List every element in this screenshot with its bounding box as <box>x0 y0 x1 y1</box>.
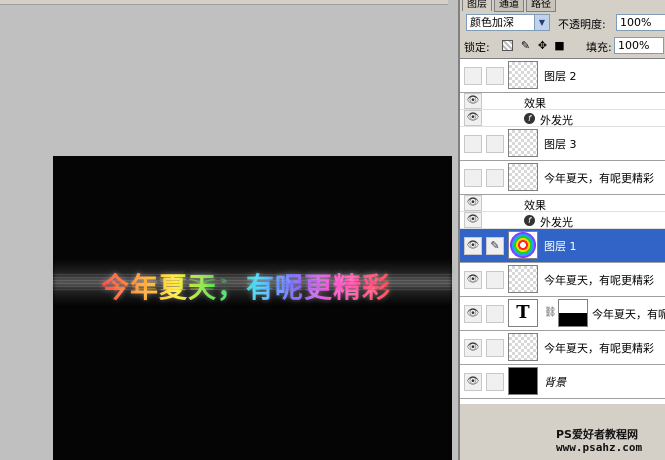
layer-thumbnail <box>508 333 538 361</box>
watermark-url: www.psahz.com <box>556 441 643 454</box>
canvas[interactable]: 今年夏天，有呢更精彩 今年夏天，有呢更精彩 <box>53 156 452 460</box>
layer-thumbnail <box>508 367 538 395</box>
chevron-down-icon[interactable]: ▼ <box>534 15 549 30</box>
link-toggle[interactable] <box>486 169 504 187</box>
layer-mask-thumbnail[interactable] <box>558 299 588 327</box>
effects-row[interactable]: 👁 效果 <box>460 93 665 110</box>
lock-icon[interactable]: ■ <box>554 40 565 51</box>
layer-thumbnail <box>508 163 538 191</box>
effects-icon: f <box>524 113 535 124</box>
eye-icon[interactable]: 👁 <box>464 339 482 357</box>
effects-icon: f <box>524 215 535 226</box>
layer-name: 图层 3 <box>544 138 577 151</box>
layer-name: 背景 <box>544 376 566 389</box>
watermark-title: PS爱好者教程网 <box>556 428 638 441</box>
eye-icon[interactable]: 👁 <box>464 373 482 391</box>
brush-icon[interactable]: ✎ <box>520 40 531 51</box>
effect-name: 外发光 <box>540 114 573 127</box>
layer-thumbnail <box>508 265 538 293</box>
layer-row[interactable]: 今年夏天，有呢更精彩 <box>460 161 665 195</box>
layer-name: 图层 1 <box>544 240 577 253</box>
visibility-toggle[interactable] <box>464 169 482 187</box>
layers-list: 图层 2 👁 效果 👁 f 外发光 图层 3 今年夏天，有呢更精彩 👁 效果 👁… <box>460 58 665 405</box>
tab-layers[interactable]: 图层 <box>462 0 492 11</box>
eye-icon[interactable]: 👁 <box>464 212 482 228</box>
effect-item[interactable]: 👁 f 外发光 <box>460 110 665 127</box>
tab-channels[interactable]: 通道 <box>494 0 524 12</box>
fill-input[interactable]: 100% <box>614 37 664 54</box>
layer-name: 今年夏天，有呢更精彩 <box>544 342 654 355</box>
lock-label: 锁定: <box>464 41 490 54</box>
brush-icon[interactable]: ✎ <box>486 237 504 255</box>
layer-row[interactable]: 图层 3 <box>460 127 665 161</box>
panel-tabs: 图层 通道 路径 <box>460 0 665 12</box>
layers-panel: 图层 通道 路径 颜色加深 ▼ 不透明度: 100% 锁定: ✎ ✥ ■ 填充:… <box>458 0 665 460</box>
watermark: PS爱好者教程网 www.psahz.com <box>460 404 665 460</box>
layer-row[interactable]: 图层 2 <box>460 59 665 93</box>
tab-paths[interactable]: 路径 <box>526 0 556 12</box>
document-workspace: 今年夏天，有呢更精彩 今年夏天，有呢更精彩 <box>0 0 458 460</box>
eye-icon[interactable]: 👁 <box>464 93 482 109</box>
eye-icon[interactable]: 👁 <box>464 195 482 211</box>
layer-thumbnail <box>508 129 538 157</box>
layer-name: 图层 2 <box>544 70 577 83</box>
lock-transparent-icon[interactable] <box>502 40 513 51</box>
link-toggle[interactable] <box>486 67 504 85</box>
layer-row[interactable]: 👁 T ⛓ 今年夏天，有呢 <box>460 297 665 331</box>
link-toggle[interactable] <box>486 373 504 391</box>
effect-item[interactable]: 👁 f 外发光 <box>460 212 665 229</box>
document-title-strip <box>0 0 448 5</box>
eye-icon[interactable]: 👁 <box>464 110 482 126</box>
layer-thumbnail <box>508 61 538 89</box>
layer-name: 今年夏天，有呢更精彩 <box>544 274 654 287</box>
layer-row[interactable]: 👁 今年夏天，有呢更精彩 <box>460 263 665 297</box>
link-toggle[interactable] <box>486 271 504 289</box>
layer-row[interactable]: 👁 今年夏天，有呢更精彩 <box>460 331 665 365</box>
eye-icon[interactable]: 👁 <box>464 305 482 323</box>
effects-label: 效果 <box>524 97 546 110</box>
eye-icon[interactable]: 👁 <box>464 271 482 289</box>
opacity-label: 不透明度: <box>558 18 606 31</box>
layer-row[interactable]: 👁 背景 <box>460 365 665 399</box>
link-toggle[interactable] <box>486 135 504 153</box>
layer-name: 今年夏天，有呢更精彩 <box>544 172 654 185</box>
blend-row: 颜色加深 ▼ 不透明度: 100% <box>466 14 665 32</box>
blend-mode-value: 颜色加深 <box>470 16 514 29</box>
canvas-text-reflection: 今年夏天，有呢更精彩 <box>101 276 391 294</box>
layer-name: 今年夏天，有呢 <box>592 308 665 321</box>
type-layer-thumbnail: T <box>508 299 538 327</box>
visibility-toggle[interactable] <box>464 67 482 85</box>
move-icon[interactable]: ✥ <box>537 40 548 51</box>
blend-mode-select[interactable]: 颜色加深 ▼ <box>466 14 550 31</box>
effects-label: 效果 <box>524 199 546 212</box>
layer-thumbnail <box>508 231 538 259</box>
eye-icon[interactable]: 👁 <box>464 237 482 255</box>
effects-row[interactable]: 👁 效果 <box>460 195 665 212</box>
link-toggle[interactable] <box>486 305 504 323</box>
opacity-input[interactable]: 100% <box>616 14 665 31</box>
chain-link-icon[interactable]: ⛓ <box>544 307 557 318</box>
lock-row: 锁定: ✎ ✥ ■ 填充: 100% <box>464 37 665 55</box>
visibility-toggle[interactable] <box>464 135 482 153</box>
layer-row-selected[interactable]: 👁 ✎ 图层 1 <box>460 229 665 263</box>
link-toggle[interactable] <box>486 339 504 357</box>
effect-name: 外发光 <box>540 216 573 229</box>
fill-label: 填充: <box>586 41 612 54</box>
